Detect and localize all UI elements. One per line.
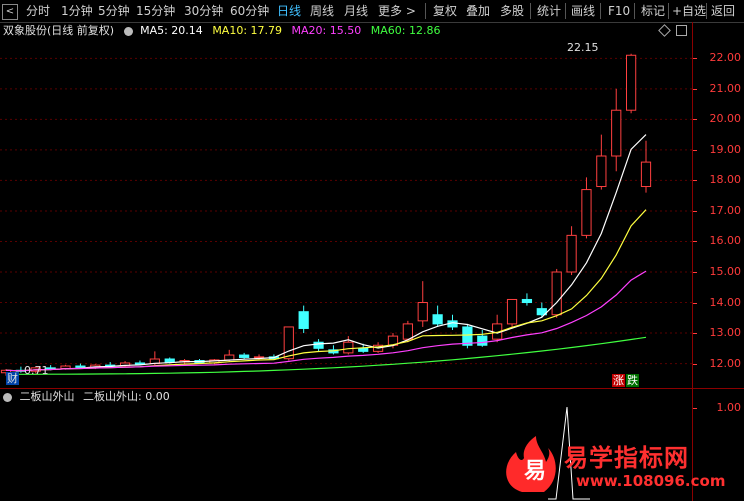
- price-axis-label: 12.00: [709, 356, 742, 370]
- candle-body: [313, 341, 324, 349]
- period-fenshi[interactable]: 分时: [26, 0, 50, 22]
- candle-body: [343, 341, 354, 354]
- candle-body: [298, 311, 309, 329]
- watermark-logo: 易 易学指标网 www.108096.com: [500, 434, 740, 496]
- candle-body: [506, 298, 518, 325]
- price-axis-label: 13.00: [709, 326, 742, 340]
- price-axis-tick: [693, 180, 697, 182]
- ma20-label: MA20: 15.50: [291, 24, 362, 37]
- candle-body: [358, 347, 369, 352]
- candle-body: [551, 271, 562, 316]
- price-axis-tick: [693, 333, 697, 335]
- price-axis-tick: [693, 363, 697, 365]
- die-badge[interactable]: 跌: [626, 374, 639, 387]
- price-axis: 22.00 21.00 20.00 19.00 18.00 17.00 16.00 15.00…: [692, 22, 744, 388]
- multi-stock-button[interactable]: 多股: [500, 0, 524, 22]
- candle-body: [239, 354, 250, 358]
- price-axis-tick: [693, 58, 697, 60]
- settings-circle-icon[interactable]: [123, 26, 133, 36]
- candlestick-chart[interactable]: [0, 40, 692, 388]
- low-price-label: 0.71: [24, 364, 49, 377]
- stock-title: 双象股份(日线 前复权): [3, 24, 115, 37]
- ma5-line: [5, 134, 647, 372]
- candle-body: [477, 335, 488, 346]
- period-daily[interactable]: 日线: [277, 0, 301, 22]
- overlay-button[interactable]: 叠加: [466, 0, 490, 22]
- period-60min[interactable]: 60分钟: [230, 0, 269, 22]
- ma60-label: MA60: 12.86: [370, 24, 441, 37]
- ma5-label: MA5: 20.14: [140, 24, 203, 37]
- period-more[interactable]: 更多 >: [378, 0, 416, 22]
- price-axis-label: 14.00: [709, 295, 742, 309]
- candle-body: [283, 326, 294, 360]
- price-axis-tick: [693, 210, 697, 212]
- ma10-line: [5, 209, 647, 372]
- price-axis-label: 18.00: [709, 173, 742, 187]
- price-axis-tick: [693, 119, 697, 121]
- chevron-left-icon[interactable]: <: [2, 4, 18, 20]
- candle-body: [224, 354, 235, 361]
- candle-body: [640, 161, 652, 188]
- restore-rights-button[interactable]: 复权: [433, 0, 457, 22]
- diamond-icon[interactable]: [658, 24, 671, 37]
- ma10-label: MA10: 17.79: [212, 24, 283, 37]
- f10-button[interactable]: F10: [608, 0, 630, 22]
- return-button[interactable]: 返回: [711, 0, 735, 22]
- candle-body: [581, 189, 592, 236]
- period-1min[interactable]: 1分钟: [61, 0, 93, 22]
- zhang-badge[interactable]: 涨: [612, 374, 625, 387]
- price-axis-tick: [693, 149, 697, 151]
- candle-body: [462, 326, 473, 346]
- price-axis-label: 19.00: [709, 142, 742, 156]
- price-axis-label: 22.00: [709, 51, 742, 65]
- price-axis-label: 16.00: [709, 234, 742, 248]
- watermark-text: 易学指标网: [564, 444, 689, 472]
- ma20-line: [5, 270, 647, 372]
- candle-body: [626, 54, 637, 111]
- period-weekly[interactable]: 周线: [310, 0, 334, 22]
- finance-badge[interactable]: 财: [6, 372, 19, 385]
- statistics-button[interactable]: 统计: [537, 0, 561, 22]
- indicator-axis-tick: [693, 408, 697, 409]
- price-axis-tick: [693, 241, 697, 243]
- price-axis-tick: [693, 302, 697, 304]
- mark-button[interactable]: 标记: [641, 0, 665, 22]
- candle-body: [596, 155, 607, 188]
- ma60-line: [6, 336, 647, 375]
- candle-body: [75, 365, 86, 368]
- period-30min[interactable]: 30分钟: [184, 0, 223, 22]
- period-monthly[interactable]: 月线: [344, 0, 368, 22]
- candle-body: [432, 314, 443, 325]
- watermark-logo-char: 易: [524, 459, 546, 484]
- price-axis-label: 17.00: [709, 203, 742, 217]
- price-axis-tick: [693, 272, 697, 273]
- price-axis-label: 21.00: [709, 81, 742, 95]
- square-icon[interactable]: [676, 25, 687, 36]
- price-axis-tick: [693, 88, 697, 90]
- period-5min[interactable]: 5分钟: [98, 0, 130, 22]
- period-15min[interactable]: 15分钟: [136, 0, 175, 22]
- candle-body: [566, 234, 577, 273]
- period-toolbar: < 分时 1分钟 5分钟 15分钟 30分钟 60分钟 日线 周线 月线 更多 …: [0, 0, 744, 23]
- draw-line-button[interactable]: 画线: [571, 0, 595, 22]
- candle-body: [521, 298, 533, 304]
- price-axis-label: 20.00: [709, 112, 742, 126]
- candle-body: [417, 302, 428, 322]
- price-axis-label: 15.00: [709, 265, 742, 278]
- add-watchlist-button[interactable]: +自选: [672, 0, 706, 22]
- candle-body: [164, 358, 175, 363]
- high-price-label: 22.15: [567, 41, 599, 54]
- watermark-url: www.108096.com: [576, 472, 726, 490]
- candle-body: [402, 323, 413, 340]
- candle-body: [611, 109, 622, 157]
- indicator-axis-label: 1.00: [716, 401, 742, 414]
- ma-legend: 双象股份(日线 前复权) MA5: 20.14 MA10: 17.79 MA20…: [0, 23, 446, 39]
- candle-body: [134, 362, 146, 365]
